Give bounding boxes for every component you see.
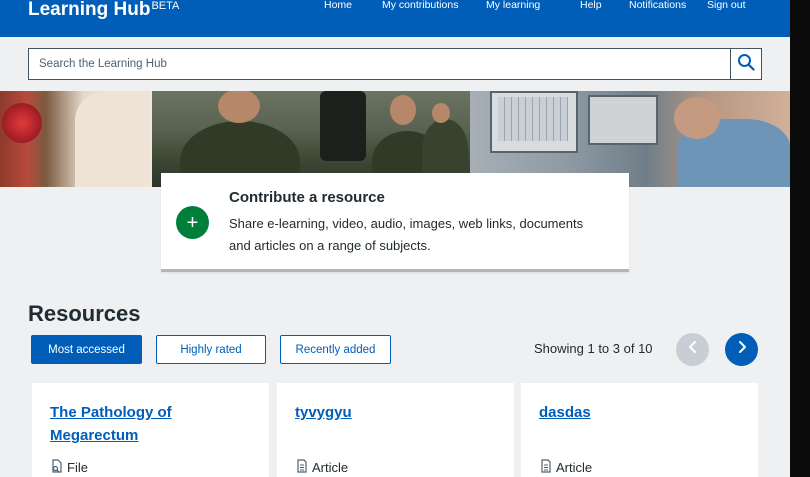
nav-notifications[interactable]: Notifications [629, 0, 686, 12]
resource-card: The Pathology of Megarectum File [32, 383, 269, 477]
search-button[interactable] [730, 48, 762, 80]
main-nav: Home My contributions My learning Help N… [0, 0, 790, 12]
contribute-description: Share e-learning, video, audio, images, … [229, 216, 584, 253]
search-icon [737, 53, 755, 76]
next-page-button[interactable] [725, 333, 758, 366]
header: Learning HubBETA Home My contributions M… [0, 0, 790, 37]
resources-heading: Resources [28, 301, 141, 326]
resource-type: Article [295, 459, 348, 476]
resource-type-label: Article [312, 460, 349, 475]
search-bar [28, 48, 762, 80]
resource-card: dasdas Article [521, 383, 758, 477]
resource-title-link[interactable]: The Pathology of Megarectum [50, 401, 250, 447]
tab-recently-added[interactable]: Recently added [280, 335, 391, 364]
resource-type-label: Article [556, 460, 593, 475]
article-icon [295, 459, 309, 476]
window-edge [790, 0, 810, 477]
chevron-left-icon [687, 340, 699, 359]
nav-my-learning[interactable]: My learning [486, 0, 540, 12]
chevron-right-icon [736, 340, 748, 359]
nav-sign-out[interactable]: Sign out [707, 0, 746, 12]
plus-icon[interactable]: + [176, 206, 209, 239]
file-icon [50, 459, 64, 476]
nav-help[interactable]: Help [580, 0, 602, 12]
pagination-status: Showing 1 to 3 of 10 [534, 341, 653, 356]
article-icon [539, 459, 553, 476]
banner-photo-care [0, 91, 152, 187]
resource-card: tyvygyu Article [277, 383, 514, 477]
nav-my-contributions[interactable]: My contributions [382, 0, 458, 12]
contribute-title: Contribute a resource [229, 189, 385, 206]
resource-type: File [50, 459, 88, 476]
resource-title-link[interactable]: dasdas [539, 401, 739, 424]
previous-page-button[interactable] [676, 333, 709, 366]
contribute-card[interactable]: + Contribute a resource Share e-learning… [161, 173, 629, 272]
tab-most-accessed[interactable]: Most accessed [31, 335, 142, 364]
resource-title-link[interactable]: tyvygyu [295, 401, 495, 424]
resource-type-label: File [67, 460, 88, 475]
tab-highly-rated[interactable]: Highly rated [156, 335, 266, 364]
search-input[interactable] [28, 48, 731, 80]
nav-home[interactable]: Home [324, 0, 352, 12]
resource-type: Article [539, 459, 592, 476]
page: Learning HubBETA Home My contributions M… [0, 0, 790, 477]
